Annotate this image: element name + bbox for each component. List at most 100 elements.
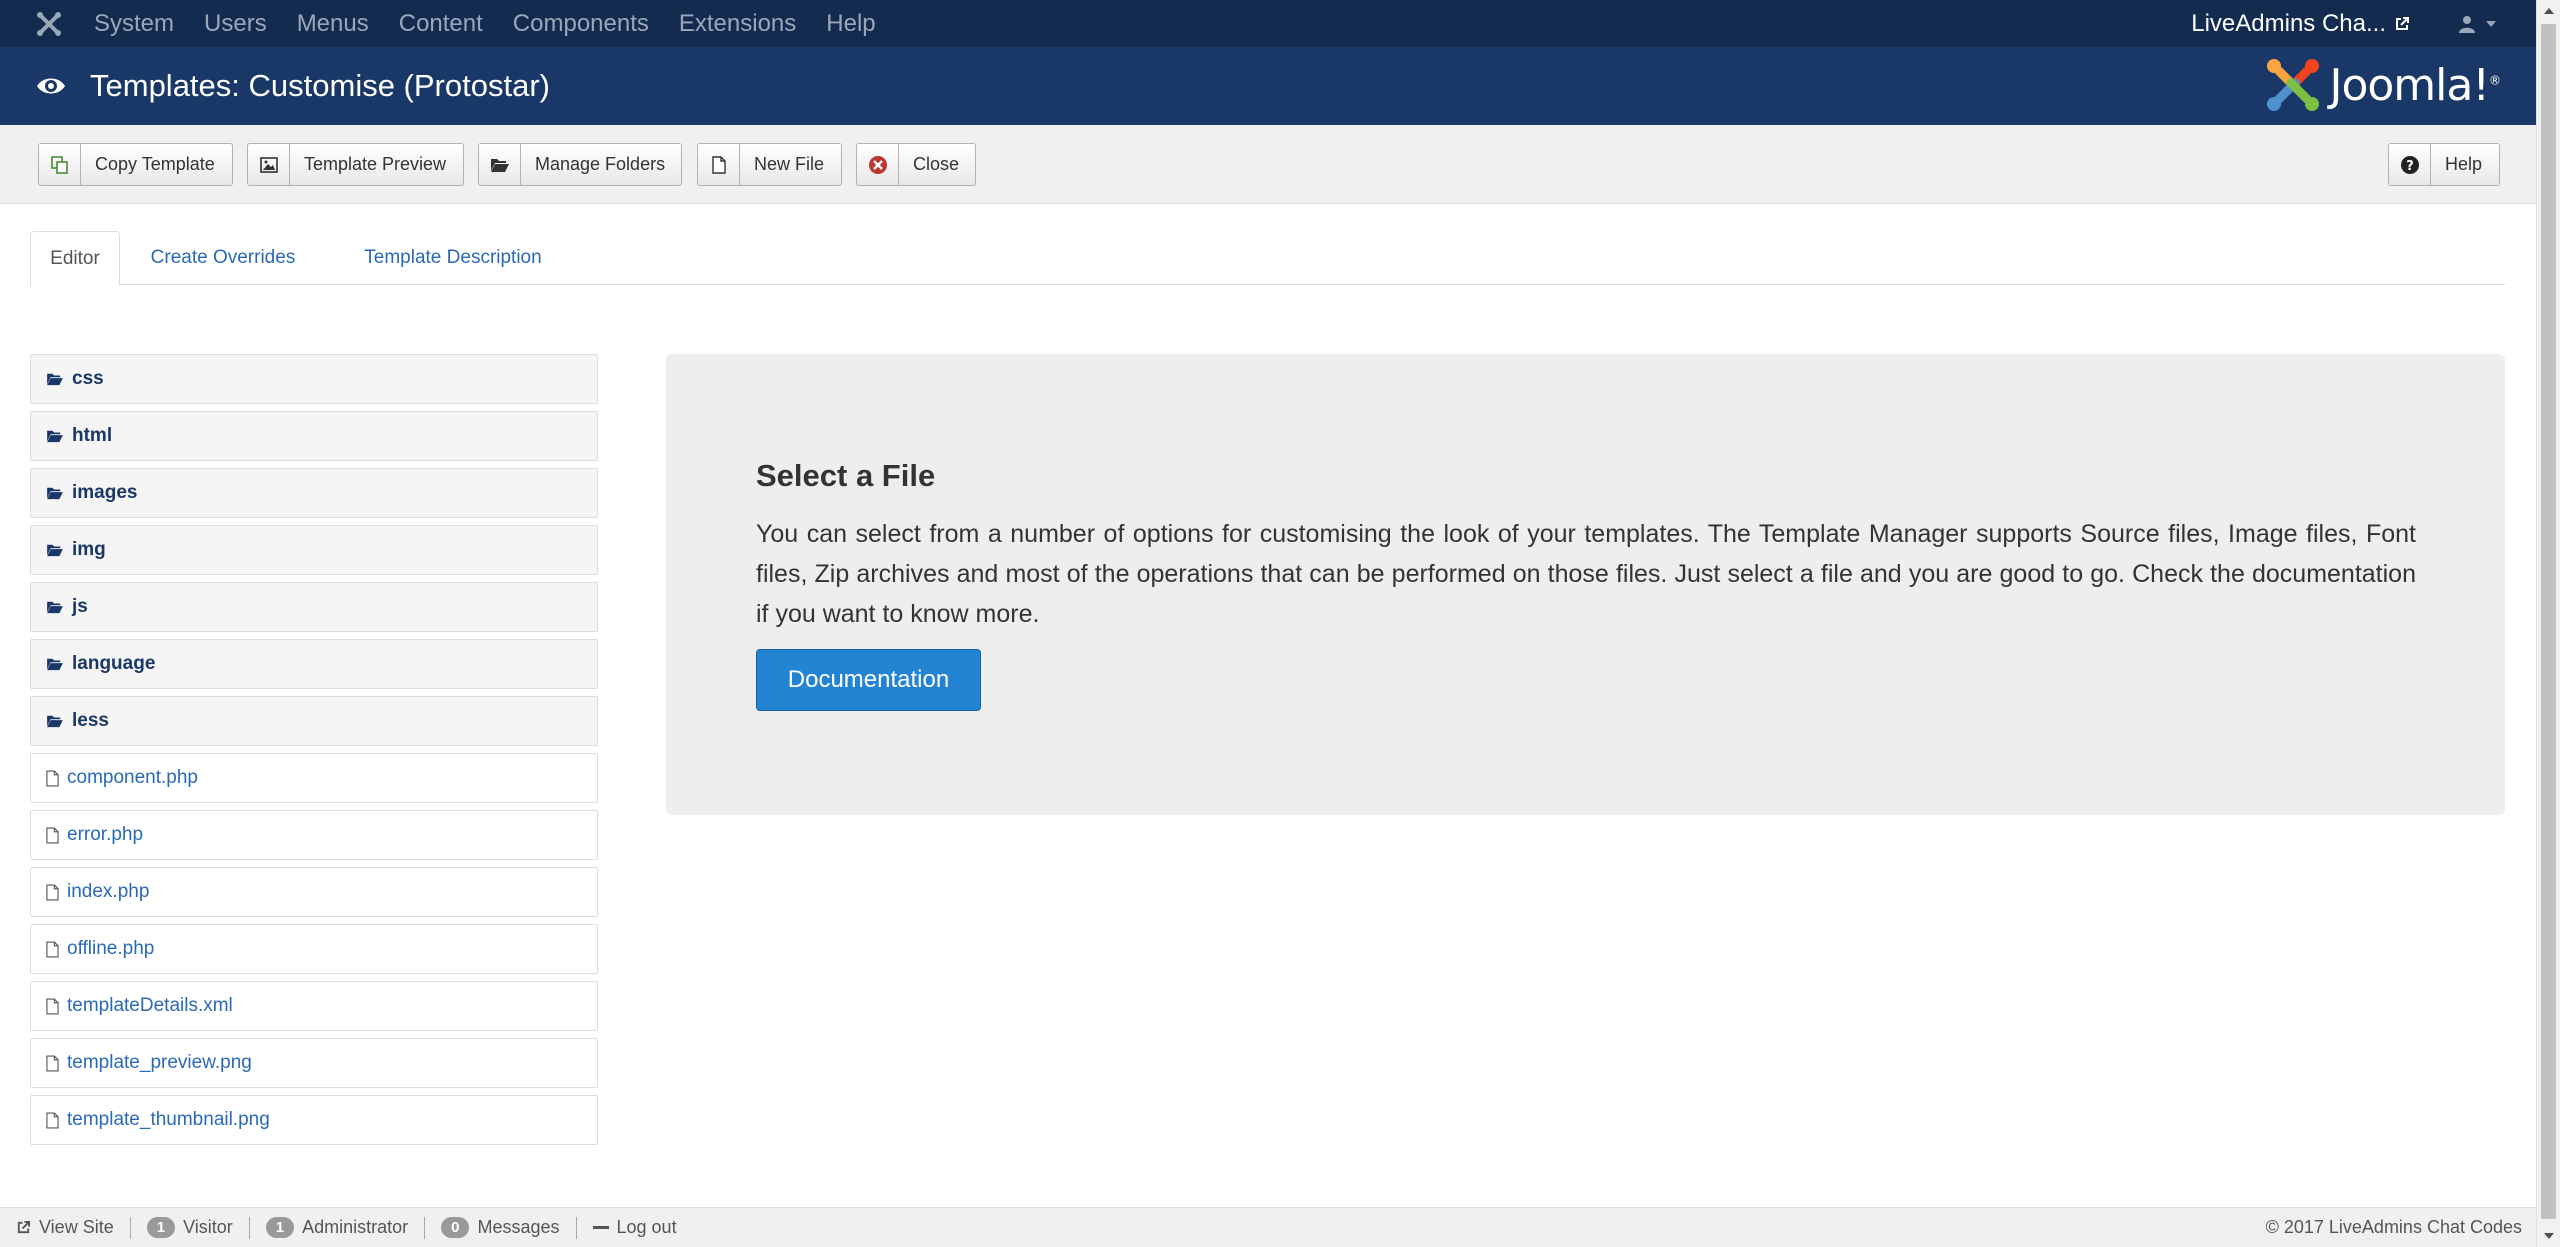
folder-item[interactable]: html — [30, 411, 598, 461]
file-item[interactable]: error.php — [30, 810, 598, 860]
file-icon — [698, 144, 740, 185]
copyright-text: © 2017 LiveAdmins Chat Codes — [2265, 1217, 2522, 1237]
file-tree: css html images img js language less component.… — [30, 354, 598, 1152]
menu-help[interactable]: Help — [826, 10, 875, 38]
site-name-text: LiveAdmins Cha... — [2191, 9, 2386, 37]
file-name: index.php — [67, 881, 150, 902]
file-item[interactable]: template_thumbnail.png — [30, 1095, 598, 1145]
folder-name: images — [72, 482, 138, 503]
new-file-button[interactable]: New File — [697, 143, 842, 186]
joomla-logo: Joomla!® — [2265, 57, 2501, 113]
manage-folders-button[interactable]: Manage Folders — [478, 143, 682, 186]
scroll-up-arrow[interactable] — [2537, 0, 2560, 22]
caret-down-icon — [2486, 20, 2496, 27]
joomla-logo-text: Joomla!® — [2329, 59, 2501, 111]
external-link-icon — [17, 1220, 31, 1234]
scroll-thumb[interactable] — [2541, 24, 2556, 1219]
close-label: Close — [913, 154, 960, 174]
file-icon — [46, 884, 59, 900]
image-icon — [248, 144, 290, 185]
administrators-link[interactable]: 1 Administrator — [250, 1216, 426, 1239]
file-item[interactable]: templateDetails.xml — [30, 981, 598, 1031]
folder-item[interactable]: css — [30, 354, 598, 404]
question-icon: ? — [2389, 144, 2431, 185]
site-name-link[interactable]: LiveAdmins Cha... — [2191, 10, 2410, 38]
minus-icon — [592, 1225, 609, 1229]
file-item[interactable]: index.php — [30, 867, 598, 917]
close-circle-icon — [857, 144, 899, 185]
file-name: template_preview.png — [67, 1052, 252, 1073]
tab-template-description[interactable]: Template Description — [328, 231, 578, 285]
folder-open-icon — [479, 144, 521, 185]
folder-item[interactable]: language — [30, 639, 598, 689]
copy-icon — [39, 144, 81, 185]
new-file-label: New File — [754, 154, 825, 174]
menu-users[interactable]: Users — [204, 10, 267, 38]
page-header: Templates: Customise (Protostar) Joomla!… — [0, 47, 2536, 125]
tab-editor[interactable]: Editor — [30, 231, 120, 286]
copy-template-label: Copy Template — [95, 154, 215, 174]
template-preview-button[interactable]: Template Preview — [247, 143, 464, 186]
file-item[interactable]: component.php — [30, 753, 598, 803]
folder-item[interactable]: img — [30, 525, 598, 575]
file-name: template_thumbnail.png — [67, 1109, 270, 1130]
help-label: Help — [2445, 154, 2483, 174]
navbar-right: LiveAdmins Cha... — [2191, 10, 2496, 38]
visitors-link[interactable]: 1 Visitor — [131, 1216, 250, 1239]
file-icon — [46, 1112, 59, 1128]
file-name: templateDetails.xml — [67, 995, 233, 1016]
tab-create-overrides[interactable]: Create Overrides — [138, 231, 308, 285]
admin-count-badge: 1 — [265, 1217, 295, 1238]
folder-item[interactable]: less — [30, 696, 598, 746]
menu-components[interactable]: Components — [513, 10, 649, 38]
folder-icon — [47, 658, 63, 671]
messages-link[interactable]: 0 Messages — [425, 1216, 577, 1239]
messages-label: Messages — [477, 1217, 560, 1237]
folder-icon — [47, 373, 63, 386]
view-site-label: View Site — [39, 1217, 114, 1237]
file-icon — [46, 941, 59, 957]
file-icon — [46, 998, 59, 1014]
svg-text:?: ? — [2406, 159, 2414, 174]
help-button[interactable]: ? Help — [2388, 143, 2500, 186]
folder-name: less — [72, 710, 109, 731]
logout-link[interactable]: Log out — [577, 1217, 693, 1239]
menu-menus[interactable]: Menus — [297, 10, 369, 38]
main-menu: System Users Menus Content Components Ex… — [94, 10, 906, 38]
visitor-label: Visitor — [183, 1217, 233, 1237]
copy-template-button[interactable]: Copy Template — [38, 143, 233, 186]
file-name: offline.php — [67, 938, 155, 959]
select-file-panel: Select a File You can select from a numb… — [666, 354, 2505, 815]
scroll-down-arrow[interactable] — [2537, 1225, 2560, 1247]
menu-content[interactable]: Content — [399, 10, 483, 38]
joomla-logo-icon — [2267, 59, 2320, 111]
panel-description: You can select from a number of options … — [756, 520, 2416, 628]
external-link-icon — [2396, 16, 2409, 30]
folder-name: js — [72, 596, 88, 617]
joomla-icon[interactable] — [32, 7, 66, 41]
vertical-scrollbar[interactable] — [2536, 0, 2560, 1247]
file-name: component.php — [67, 767, 198, 788]
file-item[interactable]: offline.php — [30, 924, 598, 974]
file-icon — [46, 770, 59, 786]
folder-item[interactable]: images — [30, 468, 598, 518]
menu-system[interactable]: System — [94, 10, 174, 38]
editor-tabs: Editor Create Overrides Template Descrip… — [30, 231, 2505, 286]
folder-item[interactable]: js — [30, 582, 598, 632]
close-button[interactable]: Close — [856, 143, 976, 186]
user-menu[interactable] — [2458, 15, 2496, 33]
file-item[interactable]: template_preview.png — [30, 1038, 598, 1088]
template-preview-label: Template Preview — [304, 154, 447, 174]
folder-name: html — [72, 425, 113, 446]
admin-label: Administrator — [302, 1217, 409, 1237]
toolbar: Copy Template Template Preview Manage Fo… — [0, 125, 2536, 204]
documentation-button[interactable]: Documentation — [756, 649, 981, 711]
panel-title: Select a File — [756, 458, 936, 493]
view-site-link[interactable]: View Site — [0, 1216, 131, 1239]
logout-label: Log out — [616, 1217, 677, 1237]
folder-icon — [47, 544, 63, 557]
folder-icon — [47, 487, 63, 500]
folder-icon — [47, 715, 63, 728]
eye-icon — [37, 78, 65, 94]
menu-extensions[interactable]: Extensions — [679, 10, 796, 38]
